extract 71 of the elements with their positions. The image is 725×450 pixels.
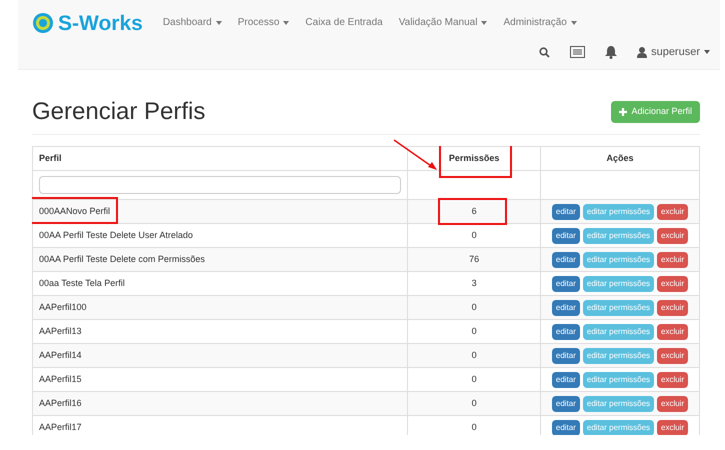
row-action-button[interactable]: editar permissões <box>582 420 654 435</box>
brand-logo[interactable]: S-Works <box>58 12 143 34</box>
nav-menu-item[interactable]: Validação Manual <box>398 15 488 30</box>
column-header: Ações <box>606 152 634 163</box>
row-action-button[interactable]: editar permissões <box>582 252 654 268</box>
table-cell: 0 <box>472 302 477 312</box>
row-action-button[interactable]: excluir <box>657 252 688 268</box>
table-cell: 00aa Teste Tela Perfil <box>39 278 125 288</box>
card-icon[interactable] <box>570 46 586 58</box>
row-action-button[interactable]: editar <box>552 204 580 220</box>
row-action-button[interactable]: excluir <box>657 372 688 388</box>
logo-icon <box>32 12 54 34</box>
row-action-button[interactable]: editar <box>552 372 580 388</box>
table-cell: 0 <box>472 230 477 240</box>
row-action-button[interactable]: editar permissões <box>582 228 654 244</box>
arrow <box>392 138 440 172</box>
plus-icon <box>619 108 628 116</box>
table-cell: 6 <box>472 206 477 216</box>
row-action-button[interactable]: editar <box>552 228 580 244</box>
row-action-button[interactable]: excluir <box>657 228 688 244</box>
row-action-button[interactable]: excluir <box>657 348 688 364</box>
table-cell: 0 <box>472 350 477 360</box>
table-cell: AAPerfil15 <box>39 374 82 384</box>
page-title: Gerenciar Perfis <box>32 100 206 124</box>
row-action-button[interactable]: excluir <box>657 420 688 435</box>
row-action-button[interactable]: excluir <box>657 324 688 340</box>
table-cell: 0 <box>472 374 477 384</box>
table-cell: 000AANovo Perfil <box>39 206 110 216</box>
nav-menu-item[interactable]: Processo <box>238 15 290 30</box>
table-cell: AAPerfil17 <box>39 422 82 432</box>
table-cell: 00AA Perfil Teste Delete com Permissões <box>39 254 205 264</box>
table-cell: 0 <box>472 326 477 336</box>
row-action-button[interactable]: editar permissões <box>582 396 654 412</box>
row-action-button[interactable]: editar <box>552 300 580 316</box>
table-cell: AAPerfil14 <box>39 350 82 360</box>
row-action-button[interactable]: editar permissões <box>582 324 654 340</box>
nav-menu-item[interactable]: Dashboard <box>162 15 222 30</box>
table-cell: 0 <box>472 422 477 432</box>
filter-field[interactable] <box>39 176 402 194</box>
table-cell: 0 <box>472 398 477 408</box>
table-cell: AAPerfil100 <box>39 302 87 312</box>
row-action-button[interactable]: excluir <box>657 396 688 412</box>
add-profile-button[interactable]: Adicionar Perfil <box>611 101 700 123</box>
table-cell: AAPerfil13 <box>39 326 82 336</box>
row-action-button[interactable]: excluir <box>657 204 688 220</box>
table-cell: 76 <box>469 254 480 264</box>
user-menu[interactable]: superuser <box>637 44 710 60</box>
row-action-button[interactable]: editar <box>552 348 580 364</box>
row-action-button[interactable]: editar <box>552 420 580 435</box>
table-cell: AAPerfil16 <box>39 398 82 408</box>
nav-menu-item[interactable]: Caixa de Entrada <box>305 15 383 30</box>
table-cell: 00AA Perfil Teste Delete User Atrelado <box>39 230 193 240</box>
nav-menu-item[interactable]: Administração <box>503 15 577 30</box>
row-action-button[interactable]: excluir <box>657 276 688 292</box>
row-action-button[interactable]: editar permissões <box>582 204 654 220</box>
row-action-button[interactable]: editar <box>552 324 580 340</box>
row-action-button[interactable]: editar <box>552 252 580 268</box>
user-icon <box>637 46 648 58</box>
row-action-button[interactable]: editar permissões <box>582 276 654 292</box>
bell-icon[interactable] <box>605 46 618 59</box>
row-action-button[interactable]: editar permissões <box>582 348 654 364</box>
column-header: Perfil <box>39 152 62 163</box>
row-action-button[interactable]: editar <box>552 276 580 292</box>
search-icon[interactable] <box>539 46 550 58</box>
row-action-button[interactable]: editar permissões <box>582 300 654 316</box>
table-cell: 3 <box>472 278 477 288</box>
row-action-button[interactable]: editar <box>552 396 580 412</box>
column-header: Permissões <box>448 152 500 163</box>
row-action-button[interactable]: excluir <box>657 300 688 316</box>
highlight-box <box>438 198 508 225</box>
row-action-button[interactable]: editar permissões <box>582 372 654 388</box>
